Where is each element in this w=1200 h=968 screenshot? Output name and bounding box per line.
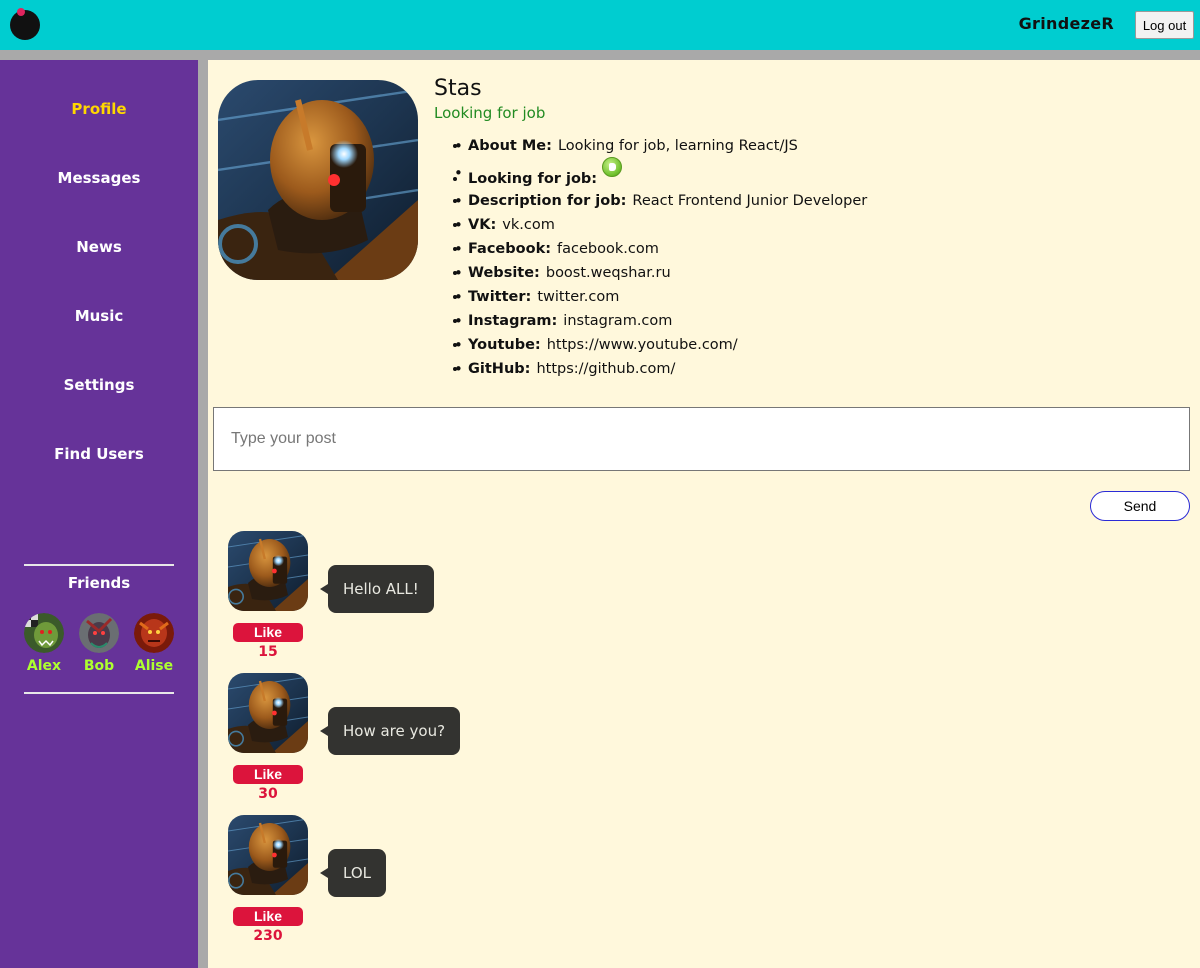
like-count: 230	[253, 928, 283, 944]
sidebar-item-music[interactable]: Music	[0, 307, 198, 325]
like-button[interactable]: Like	[233, 765, 303, 784]
sidebar-divider	[198, 60, 208, 968]
sidebar-item-profile[interactable]: Profile	[0, 100, 198, 118]
logo-dot-icon	[17, 8, 25, 16]
sidebar-item-messages[interactable]: Messages	[0, 169, 198, 187]
post-input[interactable]	[213, 407, 1190, 471]
post-avatar	[228, 673, 308, 753]
contact-vk: VK:vk.com	[454, 216, 555, 234]
sidebar-item-find-users[interactable]: Find Users	[0, 445, 198, 463]
send-button[interactable]: Send	[1090, 491, 1190, 521]
header-divider	[0, 50, 1200, 60]
robot-avatar-icon	[228, 673, 308, 753]
post-item: How are you? Like 30	[228, 673, 628, 803]
friend-avatar	[134, 613, 174, 653]
friend-name: Alise	[134, 658, 174, 674]
friend-alex[interactable]: Alex	[19, 613, 69, 674]
post-item: LOL Like 230	[228, 815, 628, 945]
profile-status[interactable]: Looking for job	[434, 104, 545, 122]
like-button[interactable]: Like	[233, 907, 303, 926]
friends-top-divider	[24, 564, 174, 566]
contact-facebook: Facebook:facebook.com	[454, 240, 659, 258]
post-message: LOL	[320, 849, 386, 897]
robot-avatar-icon	[228, 815, 308, 895]
friend-avatar	[24, 613, 64, 653]
contact-description: Description for job:React Frontend Junio…	[454, 192, 867, 210]
friends-bottom-divider	[24, 692, 174, 694]
contact-youtube: Youtube:https://www.youtube.com/	[454, 336, 738, 354]
thumbs-up-icon	[601, 157, 622, 177]
friends-title: Friends	[67, 574, 131, 592]
profile-name: Stas	[434, 76, 482, 101]
sidebar: Profile Messages News Music Settings Fin…	[0, 60, 198, 968]
profile-photo	[218, 80, 418, 280]
post-avatar	[228, 815, 308, 895]
current-username: GrindezeR	[1018, 14, 1114, 33]
robot-avatar-icon	[218, 80, 418, 280]
friend-alise[interactable]: Alise	[129, 613, 179, 674]
contact-instagram: Instagram:instagram.com	[454, 312, 672, 330]
post-message: How are you?	[319, 707, 461, 755]
contact-github: GitHub:https://github.com/	[454, 360, 675, 378]
logout-button[interactable]: Log out	[1135, 11, 1194, 39]
friend-avatar	[79, 613, 119, 653]
post-message: Hello ALL!	[320, 565, 434, 613]
friend-name: Alex	[26, 658, 62, 674]
friend-bob[interactable]: Bob	[74, 613, 124, 674]
contact-website: Website:boost.weqshar.ru	[454, 264, 671, 282]
app-logo-icon[interactable]	[10, 10, 40, 40]
like-button[interactable]: Like	[233, 623, 303, 642]
main-content: Stas Looking for job About Me:Looking fo…	[208, 60, 1200, 968]
contact-about-me: About Me:Looking for job, learning React…	[454, 137, 798, 155]
post-item: Hello ALL! Like 15	[228, 531, 628, 661]
top-header: GrindezeR Log out	[0, 0, 1200, 50]
robot-avatar-icon	[228, 531, 308, 611]
post-avatar	[228, 531, 308, 611]
like-count: 30	[258, 786, 278, 802]
like-count: 15	[258, 644, 278, 660]
sidebar-item-news[interactable]: News	[0, 238, 198, 256]
sidebar-item-settings[interactable]: Settings	[0, 376, 198, 394]
contact-looking-for-job: Looking for job:	[454, 157, 622, 187]
contact-twitter: Twitter:twitter.com	[454, 288, 619, 306]
friend-name: Bob	[83, 658, 115, 674]
